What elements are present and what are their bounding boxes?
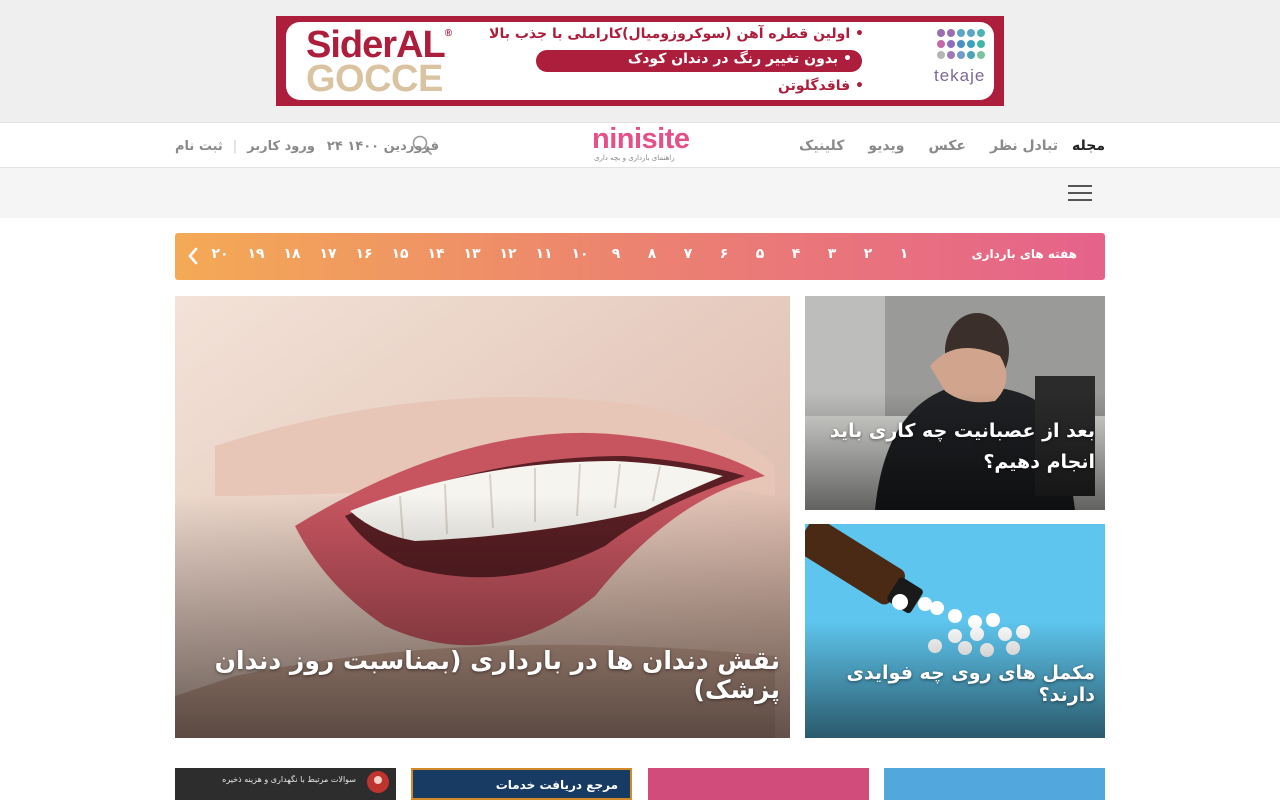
baby-icon	[367, 771, 389, 793]
week-number-6[interactable]: ۶	[712, 246, 736, 262]
bottom-card-2-text: مرجع دریافت خدمات	[495, 778, 618, 792]
bottom-card-3[interactable]	[648, 768, 869, 800]
week-number-16[interactable]: ۱۶	[352, 246, 376, 262]
site-logo[interactable]: ninisite راهنمای بارداری و بچه داری	[590, 123, 690, 169]
featured-article[interactable]: نقش دندان ها در بارداری (بمناسبت روز دند…	[175, 296, 790, 738]
week-number-12[interactable]: ۱۲	[496, 246, 520, 262]
side-article-2[interactable]: مکمل های روی چه فوایدی دارند؟	[805, 524, 1105, 738]
bottom-card-4[interactable]	[884, 768, 1105, 800]
week-number-1[interactable]: ۱	[892, 246, 916, 262]
hamburger-menu-icon[interactable]	[1068, 185, 1092, 202]
bottom-card-1-text: سوالات مرتبط با نگهداری و هزینه ذخیره	[222, 775, 356, 784]
nav-item-magazine[interactable]: مجله	[1072, 138, 1105, 154]
nav-item-video[interactable]: ویدیو	[868, 138, 904, 154]
side-article-1-title[interactable]: بعد از عصبانیت چه کاری باید انجام دهیم؟	[815, 416, 1095, 478]
current-date: ۲۴ فروردین ۱۴۰۰	[326, 138, 440, 154]
ad-banner[interactable]: SiderAL® GOCCE • اولین قطره آهن (سوکروزو…	[276, 16, 1004, 106]
week-number-18[interactable]: ۱۸	[280, 246, 304, 262]
nav-item-photo[interactable]: عکس	[928, 138, 966, 154]
nav-item-clinic[interactable]: کلینیک	[799, 138, 844, 154]
ad-banner-content[interactable]: SiderAL® GOCCE • اولین قطره آهن (سوکروزو…	[286, 22, 994, 100]
week-number-8[interactable]: ۸	[640, 246, 664, 262]
side-article-2-title[interactable]: مکمل های روی چه فوایدی دارند؟	[815, 662, 1095, 706]
header-user-area: ثبت نام | ورود کاربر ۲۴ فروردین ۱۴۰۰	[175, 123, 439, 169]
pregnancy-weeks-bar: هفته های بارداری ۱ ۲ ۳ ۴ ۵ ۶ ۷ ۸ ۹ ۱۰ ۱۱ ۱۲ ۱۳ ۱۴ ۱۵ ۱۶…	[175, 233, 1105, 280]
ad-feature-2: • بدون تغییر رنگ در دندان کودک	[536, 50, 862, 72]
ad-feature-1: • اولین قطره آهن (سوکروزومیال)کاراملی با…	[489, 26, 864, 42]
week-number-13[interactable]: ۱۳	[460, 246, 484, 262]
register-link[interactable]: ثبت نام	[175, 139, 223, 154]
week-number-5[interactable]: ۵	[748, 246, 772, 262]
nav-item-forum[interactable]: تبادل نظر	[990, 138, 1058, 154]
week-number-10[interactable]: ۱۰	[568, 246, 592, 262]
week-number-11[interactable]: ۱۱	[532, 246, 556, 262]
sponsor-name: tekaje	[934, 66, 986, 85]
week-number-15[interactable]: ۱۵	[388, 246, 412, 262]
week-number-14[interactable]: ۱۴	[424, 246, 448, 262]
week-number-20[interactable]: ۲۰	[208, 246, 232, 262]
bottom-card-1[interactable]: سوالات مرتبط با نگهداری و هزینه ذخیره	[175, 768, 396, 800]
logo-tagline: راهنمای بارداری و بچه داری	[594, 154, 675, 162]
site-header: مجله تبادل نظر عکس ویدیو کلینیک ninisite…	[0, 122, 1280, 168]
week-number-7[interactable]: ۷	[676, 246, 700, 262]
login-link[interactable]: ورود کاربر	[247, 139, 315, 154]
sub-bar	[0, 168, 1280, 218]
week-number-4[interactable]: ۴	[784, 246, 808, 262]
week-number-17[interactable]: ۱۷	[316, 246, 340, 262]
side-article-1[interactable]: بعد از عصبانیت چه کاری باید انجام دهیم؟	[805, 296, 1105, 510]
bottom-card-2[interactable]: مرجع دریافت خدمات	[411, 768, 632, 800]
week-number-2[interactable]: ۲	[856, 246, 880, 262]
week-number-19[interactable]: ۱۹	[244, 246, 268, 262]
ad-brand-subname: GOCCE	[306, 58, 443, 100]
featured-article-title[interactable]: نقش دندان ها در بارداری (بمناسبت روز دند…	[185, 646, 780, 704]
week-number-3[interactable]: ۳	[820, 246, 844, 262]
chevron-left-icon[interactable]	[185, 246, 201, 266]
week-number-9[interactable]: ۹	[604, 246, 628, 262]
tekaje-logo-icon	[937, 29, 985, 59]
ad-strip: SiderAL® GOCCE • اولین قطره آهن (سوکروزو…	[0, 0, 1280, 122]
main-nav: مجله تبادل نظر عکس ویدیو کلینیک	[775, 123, 1105, 169]
logo-wordmark: ninisite	[592, 123, 690, 155]
ad-feature-3: • فاقدگلوتن	[778, 78, 864, 94]
header-separator: |	[232, 138, 238, 154]
pregnancy-weeks-title: هفته های بارداری	[971, 247, 1077, 261]
